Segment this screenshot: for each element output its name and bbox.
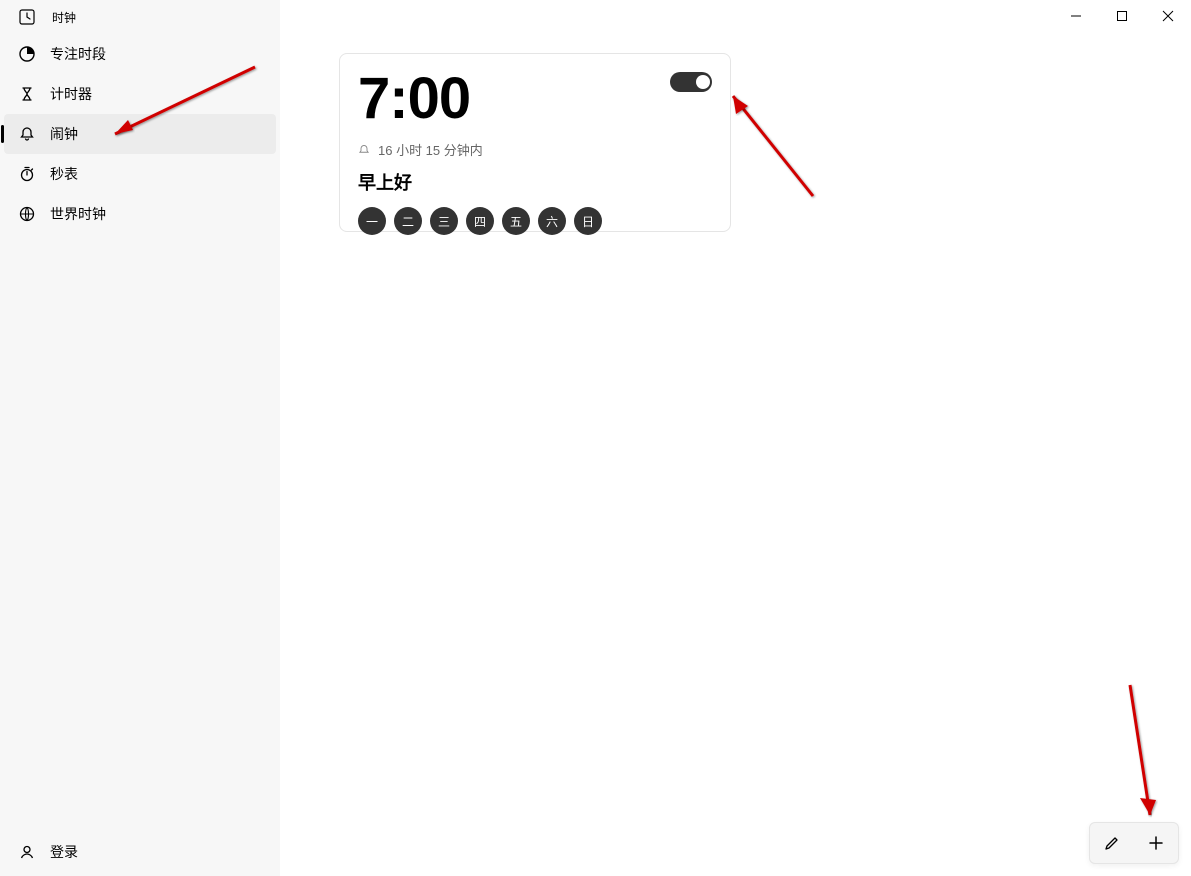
- sidebar-item-stopwatch[interactable]: 秒表: [4, 154, 276, 194]
- clock-icon: [18, 8, 36, 26]
- sidebar-item-login[interactable]: 登录: [4, 832, 276, 872]
- fab-group: [1089, 822, 1179, 864]
- edit-button[interactable]: [1090, 823, 1134, 863]
- day-chip: 六: [538, 207, 566, 235]
- day-chip: 一: [358, 207, 386, 235]
- maximize-button[interactable]: [1099, 0, 1145, 32]
- alarm-remaining-row: 16 小时 15 分钟内: [358, 140, 712, 159]
- hourglass-icon: [18, 85, 36, 103]
- user-icon: [18, 843, 36, 861]
- alarm-card[interactable]: 7:00 16 小时 15 分钟内 早上好 一 二 三 四 五 六 日: [339, 53, 731, 232]
- window-controls: [1053, 0, 1191, 32]
- sidebar-item-world-clock[interactable]: 世界时钟: [4, 194, 276, 234]
- sidebar-item-label: 世界时钟: [50, 204, 106, 224]
- globe-icon: [18, 205, 36, 223]
- alarm-label: 早上好: [358, 169, 712, 195]
- day-row: 一 二 三 四 五 六 日: [358, 207, 712, 235]
- main-content: 7:00 16 小时 15 分钟内 早上好 一 二 三 四 五 六 日: [280, 0, 1191, 876]
- minimize-button[interactable]: [1053, 0, 1099, 32]
- day-chip: 五: [502, 207, 530, 235]
- day-chip: 二: [394, 207, 422, 235]
- sidebar-item-label: 计时器: [50, 84, 92, 104]
- alarm-toggle[interactable]: [670, 72, 712, 92]
- app-title: 时钟: [52, 9, 76, 26]
- bell-small-icon: [358, 144, 370, 156]
- sidebar-item-focus[interactable]: 专注时段: [4, 34, 276, 74]
- focus-icon: [18, 45, 36, 63]
- sidebar: 时钟 专注时段 计时器 闹钟 秒表: [0, 0, 280, 876]
- alarm-time: 7:00: [358, 70, 712, 128]
- stopwatch-icon: [18, 165, 36, 183]
- alarm-remaining: 16 小时 15 分钟内: [378, 140, 483, 159]
- sidebar-item-timer[interactable]: 计时器: [4, 74, 276, 114]
- add-button[interactable]: [1134, 823, 1178, 863]
- title-bar: 时钟: [0, 0, 280, 34]
- day-chip: 四: [466, 207, 494, 235]
- sidebar-item-label: 闹钟: [50, 124, 78, 144]
- sidebar-item-label: 专注时段: [50, 44, 106, 64]
- day-chip: 日: [574, 207, 602, 235]
- sidebar-item-alarm[interactable]: 闹钟: [4, 114, 276, 154]
- sidebar-item-label: 登录: [50, 842, 78, 862]
- day-chip: 三: [430, 207, 458, 235]
- sidebar-item-label: 秒表: [50, 164, 78, 184]
- close-button[interactable]: [1145, 0, 1191, 32]
- bell-icon: [18, 125, 36, 143]
